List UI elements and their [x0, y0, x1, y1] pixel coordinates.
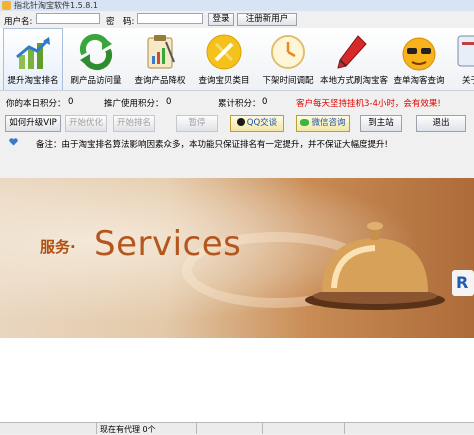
banner-en-text: Services — [94, 224, 242, 264]
tool-delist-time[interactable]: 下架时间调配 — [258, 28, 318, 90]
qq-icon — [236, 118, 245, 126]
tool-label: 刷产品访问量 — [70, 76, 122, 86]
tools-icon — [206, 34, 242, 70]
pause-button[interactable]: 暂停 — [176, 115, 218, 132]
action-row: 如何升级VIP 开始优化 开始排名 暂停 QQ交谈 微信咨询 到主站 退出 — [0, 112, 474, 134]
today-score-label: 你的本日积分： — [6, 99, 66, 109]
total-score-label: 累计积分： — [218, 99, 261, 109]
status-cell — [262, 423, 343, 434]
username-label: 用户名: — [4, 17, 33, 27]
status-agents-text: 现在有代理 0个 — [100, 425, 156, 434]
tool-taoke-query[interactable]: 查单淘客查询 — [388, 28, 450, 90]
password-input[interactable] — [137, 13, 203, 24]
banner-cn-text: 服务· — [40, 238, 76, 256]
register-button[interactable]: 注册新用户 — [237, 13, 297, 26]
goto-site-button[interactable]: 到主站 — [360, 115, 402, 132]
services-banner: 服务· Services R — [0, 178, 474, 338]
hang-notice: 客户每天坚持挂机3-4小时，会有效果! — [296, 99, 441, 109]
tool-visit-traffic[interactable]: 刷产品访问量 — [66, 28, 126, 90]
about-icon — [457, 35, 474, 67]
clock-icon — [271, 35, 305, 69]
promo-score-value: 0 — [166, 97, 172, 107]
service-bell-icon — [305, 222, 445, 310]
tool-label: 关于 — [462, 76, 474, 86]
upgrade-vip-button[interactable]: 如何升级VIP — [5, 115, 61, 132]
tool-label: 查单淘客查询 — [393, 76, 445, 86]
pen-icon — [337, 35, 367, 69]
username-input[interactable] — [36, 13, 100, 24]
status-cell — [344, 423, 473, 434]
banner-badge: R — [452, 270, 474, 296]
today-score-value: 0 — [68, 97, 74, 107]
wechat-icon — [300, 119, 310, 126]
tool-label: 本地方式刷淘宝客 — [320, 76, 389, 86]
status-agents: 现在有代理 0个 — [96, 423, 195, 434]
tool-query-category[interactable]: 查询宝贝类目 — [194, 28, 254, 90]
qq-chat-label: QQ交谈 — [246, 118, 278, 128]
clipboard-chart-icon — [147, 35, 175, 69]
login-row: 用户名: 密 码: 登录 注册新用户 — [0, 12, 474, 28]
start-rank-button[interactable]: 开始排名 — [113, 115, 155, 132]
sunglasses-face-icon — [402, 37, 436, 71]
window-title: 指北针淘宝软件1.5.8.1 — [14, 1, 98, 10]
status-cell — [196, 423, 261, 434]
status-bar: 现在有代理 0个 — [0, 422, 474, 434]
total-score-value: 0 — [262, 97, 268, 107]
tool-label: 下架时间调配 — [262, 76, 314, 86]
chart-up-icon — [16, 37, 51, 69]
qq-chat-button[interactable]: QQ交谈 — [230, 115, 284, 132]
wechat-consult-label: 微信咨询 — [311, 118, 346, 128]
title-bar: 指北针淘宝软件1.5.8.1 — [0, 0, 474, 11]
tool-label: 查询宝贝类目 — [198, 76, 250, 86]
refresh-arrows-icon — [79, 33, 113, 71]
note-row: 备注：由于淘宝排名算法影响因素众多，本功能只保证排名有一定提升，并不保证大幅度提… — [0, 135, 474, 150]
tool-check-demotion[interactable]: 查询产品降权 — [130, 28, 190, 90]
tool-label: 提升淘宝排名 — [7, 76, 59, 86]
wechat-consult-button[interactable]: 微信咨询 — [296, 115, 350, 132]
note-text: 备注：由于淘宝排名算法影响因素众多，本功能只保证排名有一定提升，并不保证大幅度提… — [36, 140, 388, 150]
heart-icon — [9, 138, 18, 146]
start-optimize-button[interactable]: 开始优化 — [65, 115, 107, 132]
promo-score-label: 推广使用积分： — [104, 99, 164, 109]
main-toolbar: 提升淘宝排名 刷产品访问量 查询产品降权 查询宝贝类目 下架时间调配 本地方式刷… — [0, 28, 474, 91]
login-button[interactable]: 登录 — [208, 13, 234, 26]
app-icon — [2, 1, 11, 10]
banner-badge-text: R — [456, 273, 469, 292]
tool-improve-rank[interactable]: 提升淘宝排名 — [3, 28, 63, 90]
content-area — [0, 338, 474, 422]
password-label: 密 码: — [106, 17, 135, 27]
exit-button[interactable]: 退出 — [416, 115, 466, 132]
tool-about[interactable]: 关于 — [452, 28, 474, 90]
tool-label: 查询产品降权 — [134, 76, 186, 86]
tool-local-taoke[interactable]: 本地方式刷淘宝客 — [320, 28, 389, 90]
score-row: 你的本日积分： 0 推广使用积分： 0 累计积分： 0 客户每天坚持挂机3-4小… — [0, 92, 474, 110]
